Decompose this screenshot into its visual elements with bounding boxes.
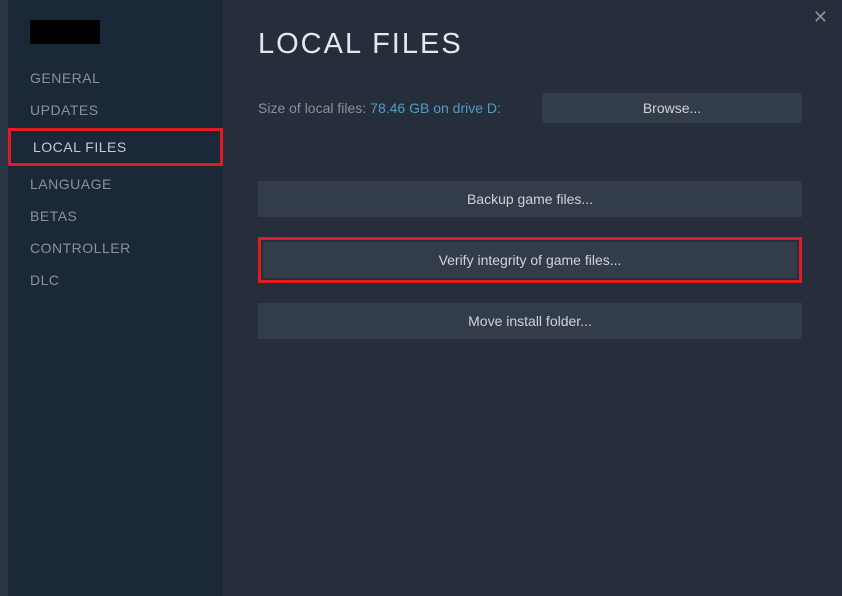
- sidebar-item-general[interactable]: GENERAL: [8, 62, 223, 94]
- sidebar-item-local-files[interactable]: LOCAL FILES: [11, 131, 220, 163]
- sidebar-item-dlc[interactable]: DLC: [8, 264, 223, 296]
- game-title-redacted: [30, 20, 100, 44]
- left-edge-strip: [0, 0, 8, 596]
- size-row: Size of local files: 78.46 GB on drive D…: [258, 93, 802, 123]
- move-install-folder-button[interactable]: Move install folder...: [258, 303, 802, 339]
- verify-integrity-button[interactable]: Verify integrity of game files...: [263, 242, 797, 278]
- size-label: Size of local files:: [258, 100, 366, 116]
- backup-game-files-button[interactable]: Backup game files...: [258, 181, 802, 217]
- sidebar-item-language[interactable]: LANGUAGE: [8, 168, 223, 200]
- sidebar: GENERAL UPDATES LOCAL FILES LANGUAGE BET…: [8, 0, 223, 596]
- close-icon[interactable]: ✕: [813, 8, 828, 26]
- sidebar-item-updates[interactable]: UPDATES: [8, 94, 223, 126]
- sidebar-item-controller[interactable]: CONTROLLER: [8, 232, 223, 264]
- sidebar-item-betas[interactable]: BETAS: [8, 200, 223, 232]
- size-value: 78.46 GB on drive D:: [370, 100, 501, 116]
- main-content: ✕ LOCAL FILES Size of local files: 78.46…: [223, 0, 842, 596]
- browse-button[interactable]: Browse...: [542, 93, 802, 123]
- sidebar-item-local-files-highlight: LOCAL FILES: [8, 128, 223, 166]
- verify-integrity-highlight: Verify integrity of game files...: [258, 237, 802, 283]
- page-title: LOCAL FILES: [258, 28, 802, 61]
